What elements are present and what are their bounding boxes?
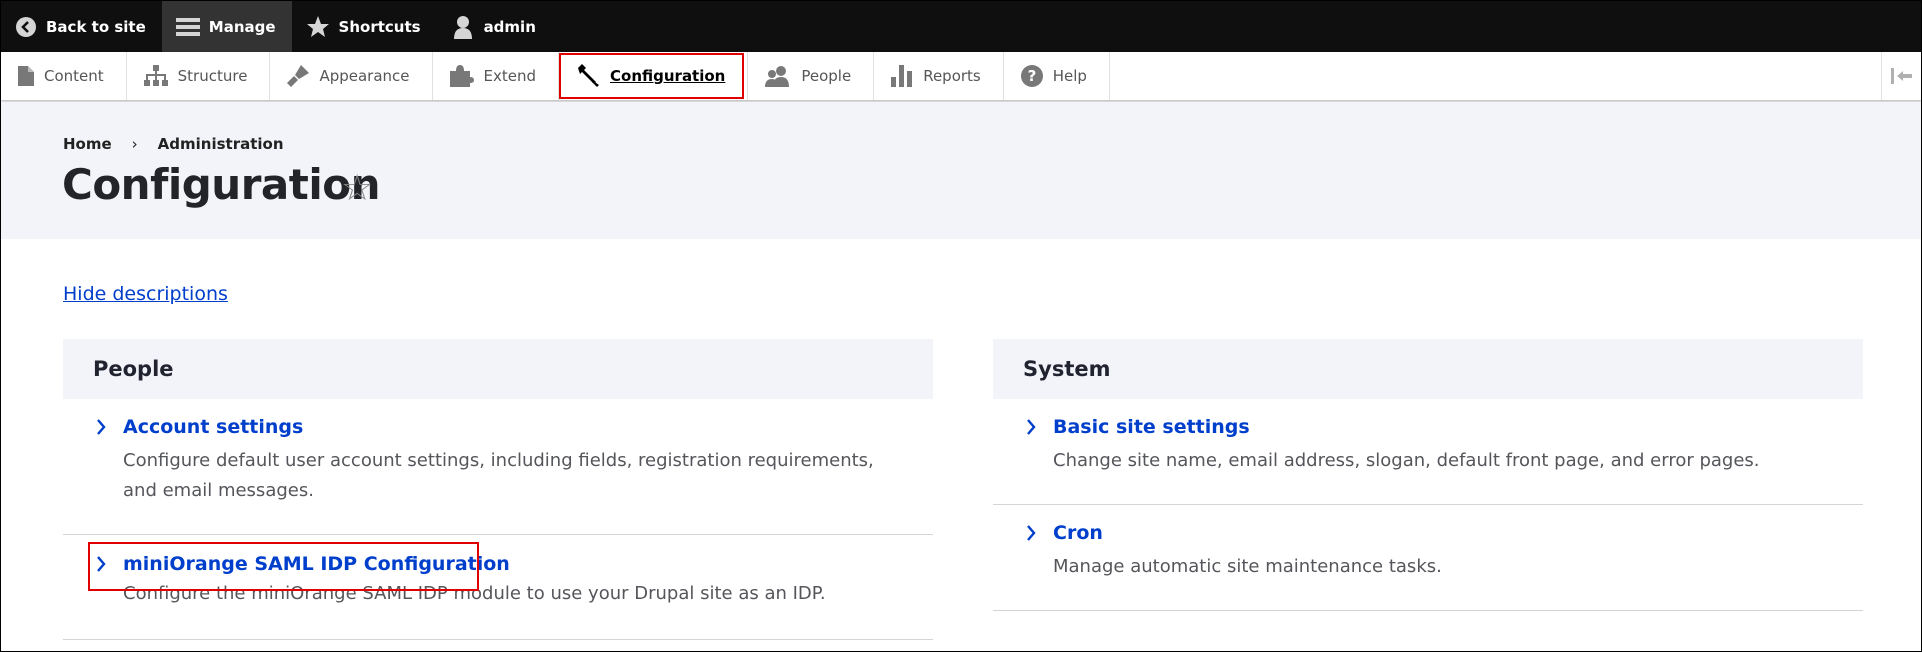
user-label: admin — [483, 17, 536, 36]
people-panel: People Account settings Configure defaul… — [63, 339, 933, 640]
svg-text:?: ? — [1027, 67, 1036, 85]
tray-item-label: Appearance — [319, 67, 410, 85]
tray-item-people[interactable]: People — [748, 52, 875, 100]
entry-title: Basic site settings — [1053, 416, 1250, 438]
manage-tab[interactable]: Manage — [161, 1, 292, 52]
add-shortcut-star-icon[interactable]: ☆ — [341, 168, 373, 209]
entry-description: Configure the miniOrange SAML IDP module… — [123, 583, 826, 604]
entry-description: Change site name, email address, slogan,… — [1053, 450, 1760, 471]
cron-link[interactable]: Cron — [1023, 522, 1863, 544]
tray-item-label: Structure — [177, 67, 248, 85]
hamburger-icon — [175, 17, 200, 36]
tray-item-reports[interactable]: Reports — [874, 52, 1004, 100]
admin-toolbar: Back to site Manage Shortcuts admin — [1, 1, 1921, 52]
tray-item-label: Reports — [923, 67, 981, 85]
chevron-right-icon — [1023, 525, 1053, 541]
tray-item-label: Extend — [483, 67, 537, 85]
account-settings-link[interactable]: Account settings — [93, 416, 933, 438]
list-item: Basic site settings Change site name, em… — [993, 399, 1863, 505]
tray-item-structure[interactable]: Structure — [127, 52, 271, 100]
collapse-tray-button[interactable] — [1881, 52, 1921, 100]
tray-item-extend[interactable]: Extend — [433, 52, 560, 100]
chevron-right-icon — [1023, 419, 1053, 435]
user-tab[interactable]: admin — [437, 1, 552, 52]
list-item: miniOrange SAML IDP Configuration Config… — [63, 535, 933, 640]
system-panel: System Basic site settings Change site n… — [993, 339, 1863, 611]
wrench-icon — [578, 64, 600, 87]
help-icon: ? — [1020, 65, 1043, 87]
breadcrumb-separator: › — [131, 135, 138, 153]
tray-item-help[interactable]: ? Help — [1004, 52, 1110, 100]
chevron-right-icon — [93, 556, 123, 572]
back-arrow-icon — [16, 16, 36, 37]
panel-title: System — [993, 339, 1863, 399]
page-title: Configuration — [62, 160, 381, 209]
tray-item-content[interactable]: Content — [1, 52, 127, 100]
people-icon — [765, 66, 790, 87]
sitemap-icon — [143, 65, 168, 86]
shortcuts-tab[interactable]: Shortcuts — [292, 1, 437, 52]
panel-title: People — [63, 339, 933, 399]
tray-item-label: Configuration — [610, 67, 726, 85]
collapse-icon — [1890, 68, 1912, 84]
manage-label: Manage — [208, 17, 276, 36]
back-to-site-label: Back to site — [46, 17, 146, 36]
user-icon — [453, 15, 472, 39]
tray-item-appearance[interactable]: Appearance — [270, 52, 433, 100]
bar-chart-icon — [891, 65, 913, 87]
file-icon — [18, 66, 34, 86]
tray-item-label: Help — [1052, 67, 1087, 85]
tray-item-label: Content — [44, 67, 104, 85]
page-header: Home › Administration Configuration ☆ — [1, 102, 1921, 239]
entry-description: Manage automatic site maintenance tasks. — [1053, 556, 1442, 577]
hide-descriptions-link[interactable]: Hide descriptions — [63, 283, 228, 305]
brush-icon — [287, 65, 310, 87]
shortcuts-label: Shortcuts — [338, 17, 421, 36]
basic-site-settings-link[interactable]: Basic site settings — [1023, 416, 1863, 438]
chevron-right-icon — [93, 419, 123, 435]
list-item: Account settings Configure default user … — [63, 399, 933, 535]
entry-title: Cron — [1053, 522, 1103, 544]
tray-item-label: People — [801, 67, 852, 85]
star-icon — [306, 15, 329, 37]
puzzle-icon — [449, 65, 474, 87]
entry-description: Configure default user account settings,… — [123, 450, 874, 501]
breadcrumb-home[interactable]: Home — [63, 135, 112, 153]
entry-title: Account settings — [123, 416, 304, 438]
back-to-site-link[interactable]: Back to site — [1, 1, 162, 52]
miniorange-saml-idp-configuration-link[interactable]: miniOrange SAML IDP Configuration — [93, 553, 933, 575]
breadcrumb-administration[interactable]: Administration — [158, 135, 284, 153]
list-item: Cron Manage automatic site maintenance t… — [993, 505, 1863, 611]
admin-tray: Content Structure Appearance Extend Conf… — [1, 52, 1921, 101]
tray-item-configuration[interactable]: Configuration — [559, 52, 749, 100]
entry-title: miniOrange SAML IDP Configuration — [123, 553, 510, 575]
breadcrumb: Home › Administration — [63, 135, 284, 153]
